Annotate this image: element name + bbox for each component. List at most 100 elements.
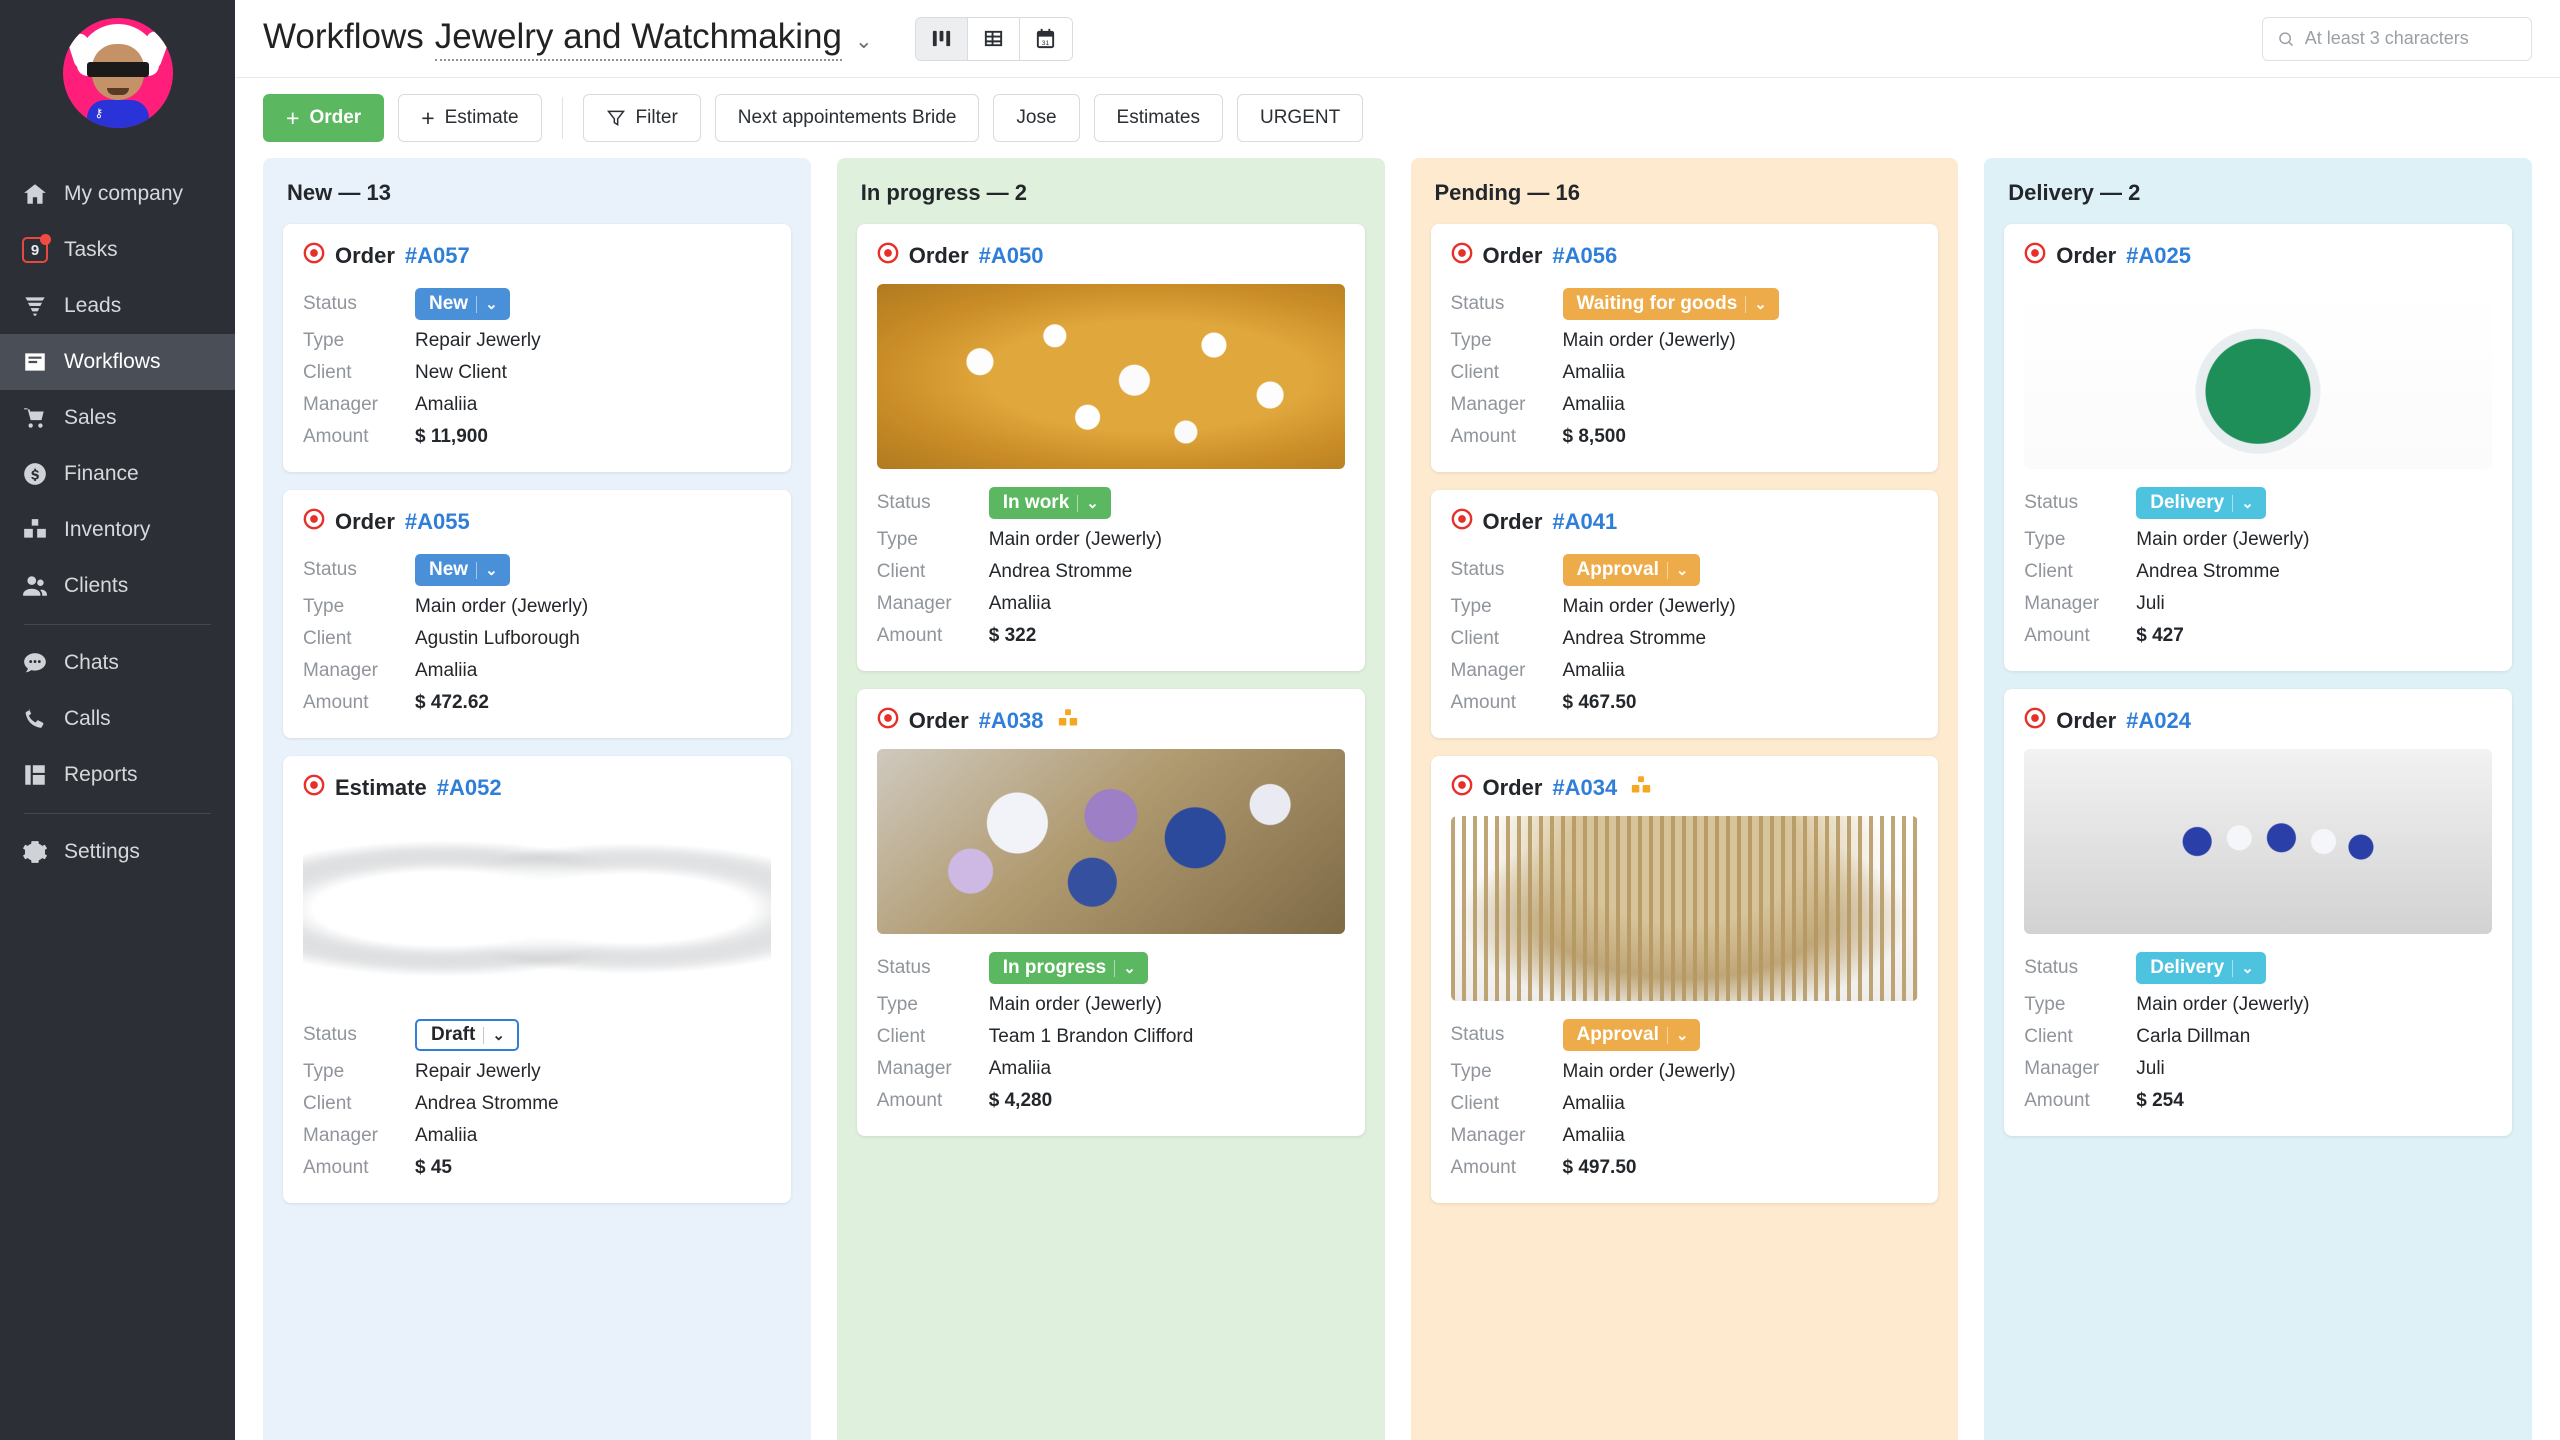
order-card[interactable]: Order #A024 Status Delivery ⌄ Type Main order … xyxy=(2004,689,2512,1136)
field-value-amount: $ 11,900 xyxy=(415,426,488,447)
field-value-type: Main order (Jewerly) xyxy=(1562,596,1736,617)
status-badge-label: Waiting for goods xyxy=(1576,293,1738,314)
card-product-image xyxy=(2024,749,2492,934)
card-number-link[interactable]: #A024 xyxy=(2126,708,2191,734)
field-type: Type Main order (Jewerly) xyxy=(877,990,1345,1020)
field-label-manager: Manager xyxy=(2024,1058,2100,1079)
sidebar-item-leads[interactable]: Leads xyxy=(0,278,235,334)
card-kind: Order xyxy=(908,708,969,733)
sidebar-item-sales[interactable]: Sales xyxy=(0,390,235,446)
card-number-link[interactable]: #A041 xyxy=(1552,509,1617,535)
field-value-manager: Amaliia xyxy=(988,1058,1052,1079)
field-manager: Manager Amaliia xyxy=(303,390,771,420)
column-title: In progress — 2 xyxy=(860,180,1028,205)
card-number-link[interactable]: #A052 xyxy=(437,775,502,801)
chevron-down-icon[interactable]: ⌄ xyxy=(1086,494,1099,512)
add-estimate-button[interactable]: + Estimate xyxy=(398,94,542,142)
chevron-down-icon[interactable]: ⌄ xyxy=(1123,959,1136,977)
filter-button[interactable]: Filter xyxy=(582,94,701,142)
chevron-down-icon[interactable]: ⌄ xyxy=(1754,295,1767,313)
calendar-view-button[interactable]: 31 xyxy=(1019,17,1072,60)
sidebar-item-calls[interactable]: Calls xyxy=(0,691,235,747)
order-card[interactable]: Order #A056 Status Waiting for goods ⌄ Type Ma… xyxy=(1430,224,1939,472)
field-status: Status In progress ⌄ xyxy=(877,948,1345,988)
sidebar-item-workflows[interactable]: Workflows xyxy=(0,334,235,390)
table-view-button[interactable] xyxy=(967,17,1020,60)
order-card[interactable]: Order #A055 Status New ⌄ Type Main order (Jewe… xyxy=(283,490,791,738)
card-number-link[interactable]: #A034 xyxy=(1552,775,1617,801)
sidebar-item-finance[interactable]: Finance xyxy=(0,446,235,502)
status-badge[interactable]: New ⌄ xyxy=(415,288,510,320)
card-number-link[interactable]: #A025 xyxy=(2126,243,2191,269)
chevron-down-icon[interactable]: ⌄ xyxy=(485,561,498,579)
filter-chip-urgent[interactable]: URGENT xyxy=(1236,94,1364,142)
sidebar-item-clients[interactable]: Clients xyxy=(0,558,235,614)
field-status: Status In work ⌄ xyxy=(877,483,1345,523)
search-input[interactable] xyxy=(2304,28,2517,49)
sidebar-item-settings[interactable]: Settings xyxy=(0,824,235,880)
status-badge[interactable]: In progress ⌄ xyxy=(988,952,1148,984)
order-card[interactable]: Order #A050 Status In work ⌄ Type Main order (… xyxy=(856,224,1365,671)
filter-chip-estimates[interactable]: Estimates xyxy=(1093,94,1223,142)
chevron-down-icon[interactable]: ⌄ xyxy=(2241,494,2254,512)
status-badge[interactable]: Draft ⌄ xyxy=(415,1019,519,1051)
workflow-selector[interactable]: Jewelry and Watchmaking xyxy=(434,17,842,61)
sidebar-item-reports[interactable]: Reports xyxy=(0,747,235,803)
status-badge[interactable]: Delivery ⌄ xyxy=(2136,952,2266,984)
order-card[interactable]: Order #A025 Status Delivery ⌄ Type Main order … xyxy=(2004,224,2512,671)
card-number-link[interactable]: #A038 xyxy=(979,708,1044,734)
order-card[interactable]: Order #A041 Status Approval ⌄ Type Main order … xyxy=(1430,490,1939,738)
status-badge[interactable]: Approval ⌄ xyxy=(1562,1019,1701,1051)
card-number-link[interactable]: #A055 xyxy=(405,509,470,535)
sidebar-item-label: Calls xyxy=(64,707,111,730)
order-card[interactable]: Order #A057 Status New ⌄ Type Repair Jewerly Cl… xyxy=(283,224,791,472)
search-box[interactable] xyxy=(2262,16,2532,61)
sidebar-item-inventory[interactable]: Inventory xyxy=(0,502,235,558)
sidebar-item-label: Settings xyxy=(64,840,140,863)
filter-chip-next-appointements-bride[interactable]: Next appointements Bride xyxy=(714,94,980,142)
chevron-down-icon[interactable]: ⌄ xyxy=(1676,561,1689,579)
card-number-link[interactable]: #A050 xyxy=(979,243,1044,269)
card-product-image xyxy=(1450,816,1919,1001)
sidebar-item-label: Workflows xyxy=(64,350,161,373)
card-kind: Order xyxy=(908,243,969,268)
field-label-client: Client xyxy=(1450,628,1500,649)
card-number-link[interactable]: #A056 xyxy=(1552,243,1617,269)
avatar[interactable] xyxy=(0,18,235,128)
order-card[interactable]: Order #A038 Status In progress ⌄ Type Main ord… xyxy=(856,689,1365,1136)
card-number-link[interactable]: #A057 xyxy=(405,243,470,269)
field-client: Client Carla Dillman xyxy=(2024,1022,2492,1052)
field-label-type: Type xyxy=(876,529,918,550)
column-card-list: Order #A025 Status Delivery ⌄ Type Main order … xyxy=(1984,224,2532,1156)
status-badge[interactable]: In work ⌄ xyxy=(988,487,1111,519)
field-value-manager: Amaliia xyxy=(415,394,478,415)
field-amount: Amount $ 45 xyxy=(303,1153,771,1183)
field-label-status: Status xyxy=(303,293,357,314)
chevron-down-icon[interactable]: ⌄ xyxy=(485,295,498,313)
field-value-type: Main order (Jewerly) xyxy=(1562,330,1736,351)
field-label-type: Type xyxy=(303,330,345,351)
status-badge[interactable]: Delivery ⌄ xyxy=(2136,487,2266,519)
kanban-view-button[interactable] xyxy=(915,17,968,60)
view-toggle-group: 31 xyxy=(914,16,1073,61)
chevron-down-icon[interactable]: ⌄ xyxy=(2241,959,2254,977)
chevron-down-icon[interactable]: ⌄ xyxy=(1676,1026,1689,1044)
status-badge-label: In progress xyxy=(1002,957,1107,978)
field-manager: Manager Amaliia xyxy=(877,1054,1345,1084)
add-order-button[interactable]: + Order xyxy=(263,94,385,142)
order-card[interactable]: Order #A034 Status Approval ⌄ Type Main order … xyxy=(1430,756,1939,1203)
sidebar-item-label: My company xyxy=(64,182,184,205)
sidebar-item-chats[interactable]: Chats xyxy=(0,635,235,691)
sidebar-item-my-company[interactable]: My company xyxy=(0,166,235,222)
card-fields: Status New ⌄ Type Repair Jewerly Client New Cl… xyxy=(303,284,771,452)
status-badge[interactable]: Approval ⌄ xyxy=(1562,554,1701,586)
field-amount: Amount $ 497.50 xyxy=(1451,1153,1919,1183)
chevron-down-icon[interactable]: ⌄ xyxy=(492,1026,505,1044)
field-amount: Amount $ 4,280 xyxy=(877,1086,1345,1116)
status-badge[interactable]: Waiting for goods ⌄ xyxy=(1562,288,1779,320)
filter-chip-jose[interactable]: Jose xyxy=(993,94,1080,142)
chevron-down-icon[interactable]: ⌄ xyxy=(855,29,873,54)
order-card[interactable]: Estimate #A052 Status Draft ⌄ Type Repair Jewe… xyxy=(283,756,791,1203)
sidebar-item-tasks[interactable]: 9 Tasks xyxy=(0,222,235,278)
status-badge[interactable]: New ⌄ xyxy=(415,554,510,586)
